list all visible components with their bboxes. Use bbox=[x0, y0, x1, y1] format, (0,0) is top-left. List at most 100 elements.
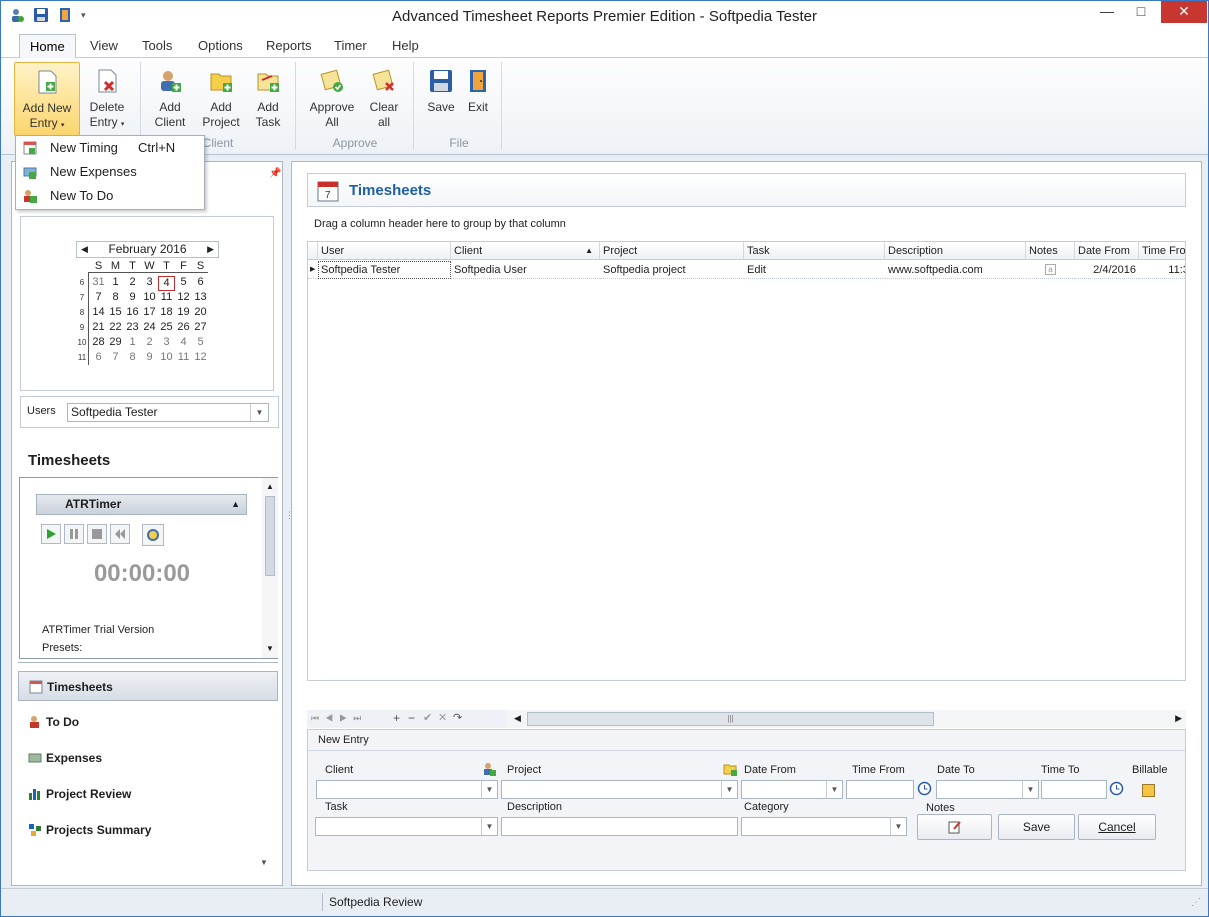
rewind-icon[interactable] bbox=[110, 524, 130, 544]
column-header-task[interactable]: Task bbox=[744, 242, 885, 260]
cell-user[interactable]: Softpedia Tester bbox=[318, 261, 451, 279]
add-project-button[interactable]: Add Project bbox=[199, 62, 243, 130]
cell-project[interactable]: Softpedia project bbox=[600, 261, 744, 279]
calendar-day[interactable]: 7 bbox=[90, 291, 107, 306]
calendar-day[interactable]: 24 bbox=[141, 321, 158, 336]
cell-client[interactable]: Softpedia User bbox=[451, 261, 600, 279]
chevron-down-icon[interactable]: ▼ bbox=[481, 781, 497, 798]
calendar-day[interactable]: 28 bbox=[90, 336, 107, 351]
delete-entry-button[interactable]: Delete Entry ▾ bbox=[85, 62, 129, 132]
tab-reports[interactable]: Reports bbox=[266, 38, 312, 53]
menu-item-new-timing[interactable]: New Timing Ctrl+N bbox=[16, 136, 204, 160]
scroll-down-icon[interactable]: ▼ bbox=[266, 644, 274, 653]
chevron-down-icon[interactable]: ▼ bbox=[1022, 781, 1038, 798]
notes-button[interactable] bbox=[917, 814, 992, 840]
add-client-button[interactable]: Add Client bbox=[151, 62, 189, 130]
column-header-user[interactable]: User bbox=[318, 242, 451, 260]
approve-all-button[interactable]: Approve All bbox=[307, 62, 357, 130]
cell-time-from[interactable]: 11:32 bbox=[1139, 261, 1185, 279]
add-record-icon[interactable]: + bbox=[393, 711, 400, 725]
calendar-day[interactable]: 4 bbox=[175, 336, 192, 351]
date-from-combo[interactable]: ▼ bbox=[741, 780, 843, 799]
cell-task[interactable]: Edit bbox=[744, 261, 885, 279]
calendar-day[interactable]: 21 bbox=[90, 321, 107, 336]
calendar-day[interactable]: 11 bbox=[158, 291, 175, 306]
exit-button[interactable]: Exit bbox=[463, 62, 493, 115]
calendar-day[interactable]: 1 bbox=[124, 336, 141, 351]
pause-icon[interactable] bbox=[64, 524, 84, 544]
cell-description[interactable]: www.softpedia.com bbox=[885, 261, 1026, 279]
calendar-day[interactable]: 5 bbox=[192, 336, 209, 351]
cell-notes[interactable]: a bbox=[1026, 261, 1075, 279]
next-month-icon[interactable]: ▶ bbox=[207, 242, 214, 257]
tab-help[interactable]: Help bbox=[392, 38, 419, 53]
scroll-up-icon[interactable]: ▲ bbox=[266, 482, 274, 491]
nav-item-timesheets[interactable]: Timesheets bbox=[18, 671, 278, 701]
column-header-date-from[interactable]: Date From bbox=[1075, 242, 1139, 260]
calendar-day[interactable]: 12 bbox=[192, 351, 209, 366]
calendar-day-today[interactable]: 4 bbox=[158, 276, 175, 291]
column-header-client[interactable]: Client ▲ bbox=[451, 242, 600, 260]
calendar-day[interactable]: 10 bbox=[141, 291, 158, 306]
calendar-day[interactable]: 8 bbox=[107, 291, 124, 306]
calendar-day[interactable]: 10 bbox=[158, 351, 175, 366]
column-header-project[interactable]: Project bbox=[600, 242, 744, 260]
calendar-day[interactable]: 13 bbox=[192, 291, 209, 306]
calendar-day[interactable]: 31 bbox=[90, 276, 107, 291]
menu-item-new-expenses[interactable]: New Expenses bbox=[16, 160, 204, 184]
cell-date-from[interactable]: 2/4/2016 bbox=[1075, 261, 1139, 279]
calendar-day[interactable]: 3 bbox=[158, 336, 175, 351]
scroll-left-icon[interactable]: ◀ bbox=[514, 713, 521, 724]
tab-view[interactable]: View bbox=[90, 38, 118, 53]
chevron-down-icon[interactable]: ▼ bbox=[890, 818, 906, 835]
timer-settings-icon[interactable] bbox=[142, 524, 164, 546]
calendar-day[interactable]: 16 bbox=[124, 306, 141, 321]
tab-options[interactable]: Options bbox=[198, 38, 243, 53]
maximize-icon[interactable]: □ bbox=[1125, 1, 1157, 23]
save-entry-button[interactable]: Save bbox=[998, 814, 1075, 840]
play-icon[interactable] bbox=[41, 524, 61, 544]
column-header-notes[interactable]: Notes bbox=[1026, 242, 1075, 260]
calendar-day[interactable]: 14 bbox=[90, 306, 107, 321]
tab-tools[interactable]: Tools bbox=[142, 38, 172, 53]
add-new-entry-button[interactable]: Add New Entry ▾ bbox=[14, 62, 80, 136]
calendar-day[interactable]: 6 bbox=[192, 276, 209, 291]
prev-month-icon[interactable]: ◀ bbox=[81, 242, 88, 257]
calendar-day[interactable]: 18 bbox=[158, 306, 175, 321]
column-header-description[interactable]: Description bbox=[885, 242, 1026, 260]
nav-more-icon[interactable]: ▼ bbox=[260, 858, 268, 867]
tab-home[interactable]: Home bbox=[19, 34, 76, 59]
calendar-day[interactable]: 29 bbox=[107, 336, 124, 351]
close-icon[interactable]: ✕ bbox=[1161, 1, 1207, 23]
collapse-icon[interactable]: ▲ bbox=[231, 495, 240, 514]
category-combo[interactable]: ▼ bbox=[741, 817, 907, 836]
nav-item-to-do[interactable]: To Do bbox=[18, 707, 278, 737]
calendar-day[interactable]: 22 bbox=[107, 321, 124, 336]
calendar-day[interactable]: 20 bbox=[192, 306, 209, 321]
time-to-input[interactable] bbox=[1041, 780, 1107, 799]
calendar-day[interactable]: 17 bbox=[141, 306, 158, 321]
calendar-day[interactable]: 3 bbox=[141, 276, 158, 291]
timer-header[interactable]: ATRTimer ▲ bbox=[36, 494, 247, 515]
billable-checkbox[interactable] bbox=[1142, 784, 1155, 797]
calendar-day[interactable]: 23 bbox=[124, 321, 141, 336]
chevron-down-icon[interactable]: ▼ bbox=[826, 781, 842, 798]
stop-icon[interactable] bbox=[87, 524, 107, 544]
record-navigation-icons[interactable]: ⏮◀▶⏭ bbox=[311, 713, 367, 724]
clock-icon[interactable] bbox=[1109, 781, 1124, 796]
group-by-hint[interactable]: Drag a column header here to group by th… bbox=[314, 218, 566, 230]
clear-all-button[interactable]: Clear all bbox=[365, 62, 403, 130]
time-from-input[interactable] bbox=[846, 780, 914, 799]
timer-scrollbar[interactable]: ▲ ▼ bbox=[262, 478, 278, 658]
chevron-down-icon[interactable]: ▼ bbox=[721, 781, 737, 798]
calendar-day[interactable]: 25 bbox=[158, 321, 175, 336]
nav-item-projects-summary[interactable]: Projects Summary bbox=[18, 815, 278, 845]
scroll-thumb[interactable]: ||| bbox=[527, 712, 934, 726]
calendar-day[interactable]: 26 bbox=[175, 321, 192, 336]
save-button[interactable]: Save bbox=[425, 62, 457, 115]
confirm-record-icon[interactable]: ✔ bbox=[423, 711, 432, 724]
calendar-day[interactable]: 9 bbox=[124, 291, 141, 306]
users-combo[interactable]: Softpedia Tester ▼ bbox=[67, 403, 269, 422]
tab-timer[interactable]: Timer bbox=[334, 38, 367, 53]
minimize-icon[interactable]: — bbox=[1091, 1, 1123, 23]
